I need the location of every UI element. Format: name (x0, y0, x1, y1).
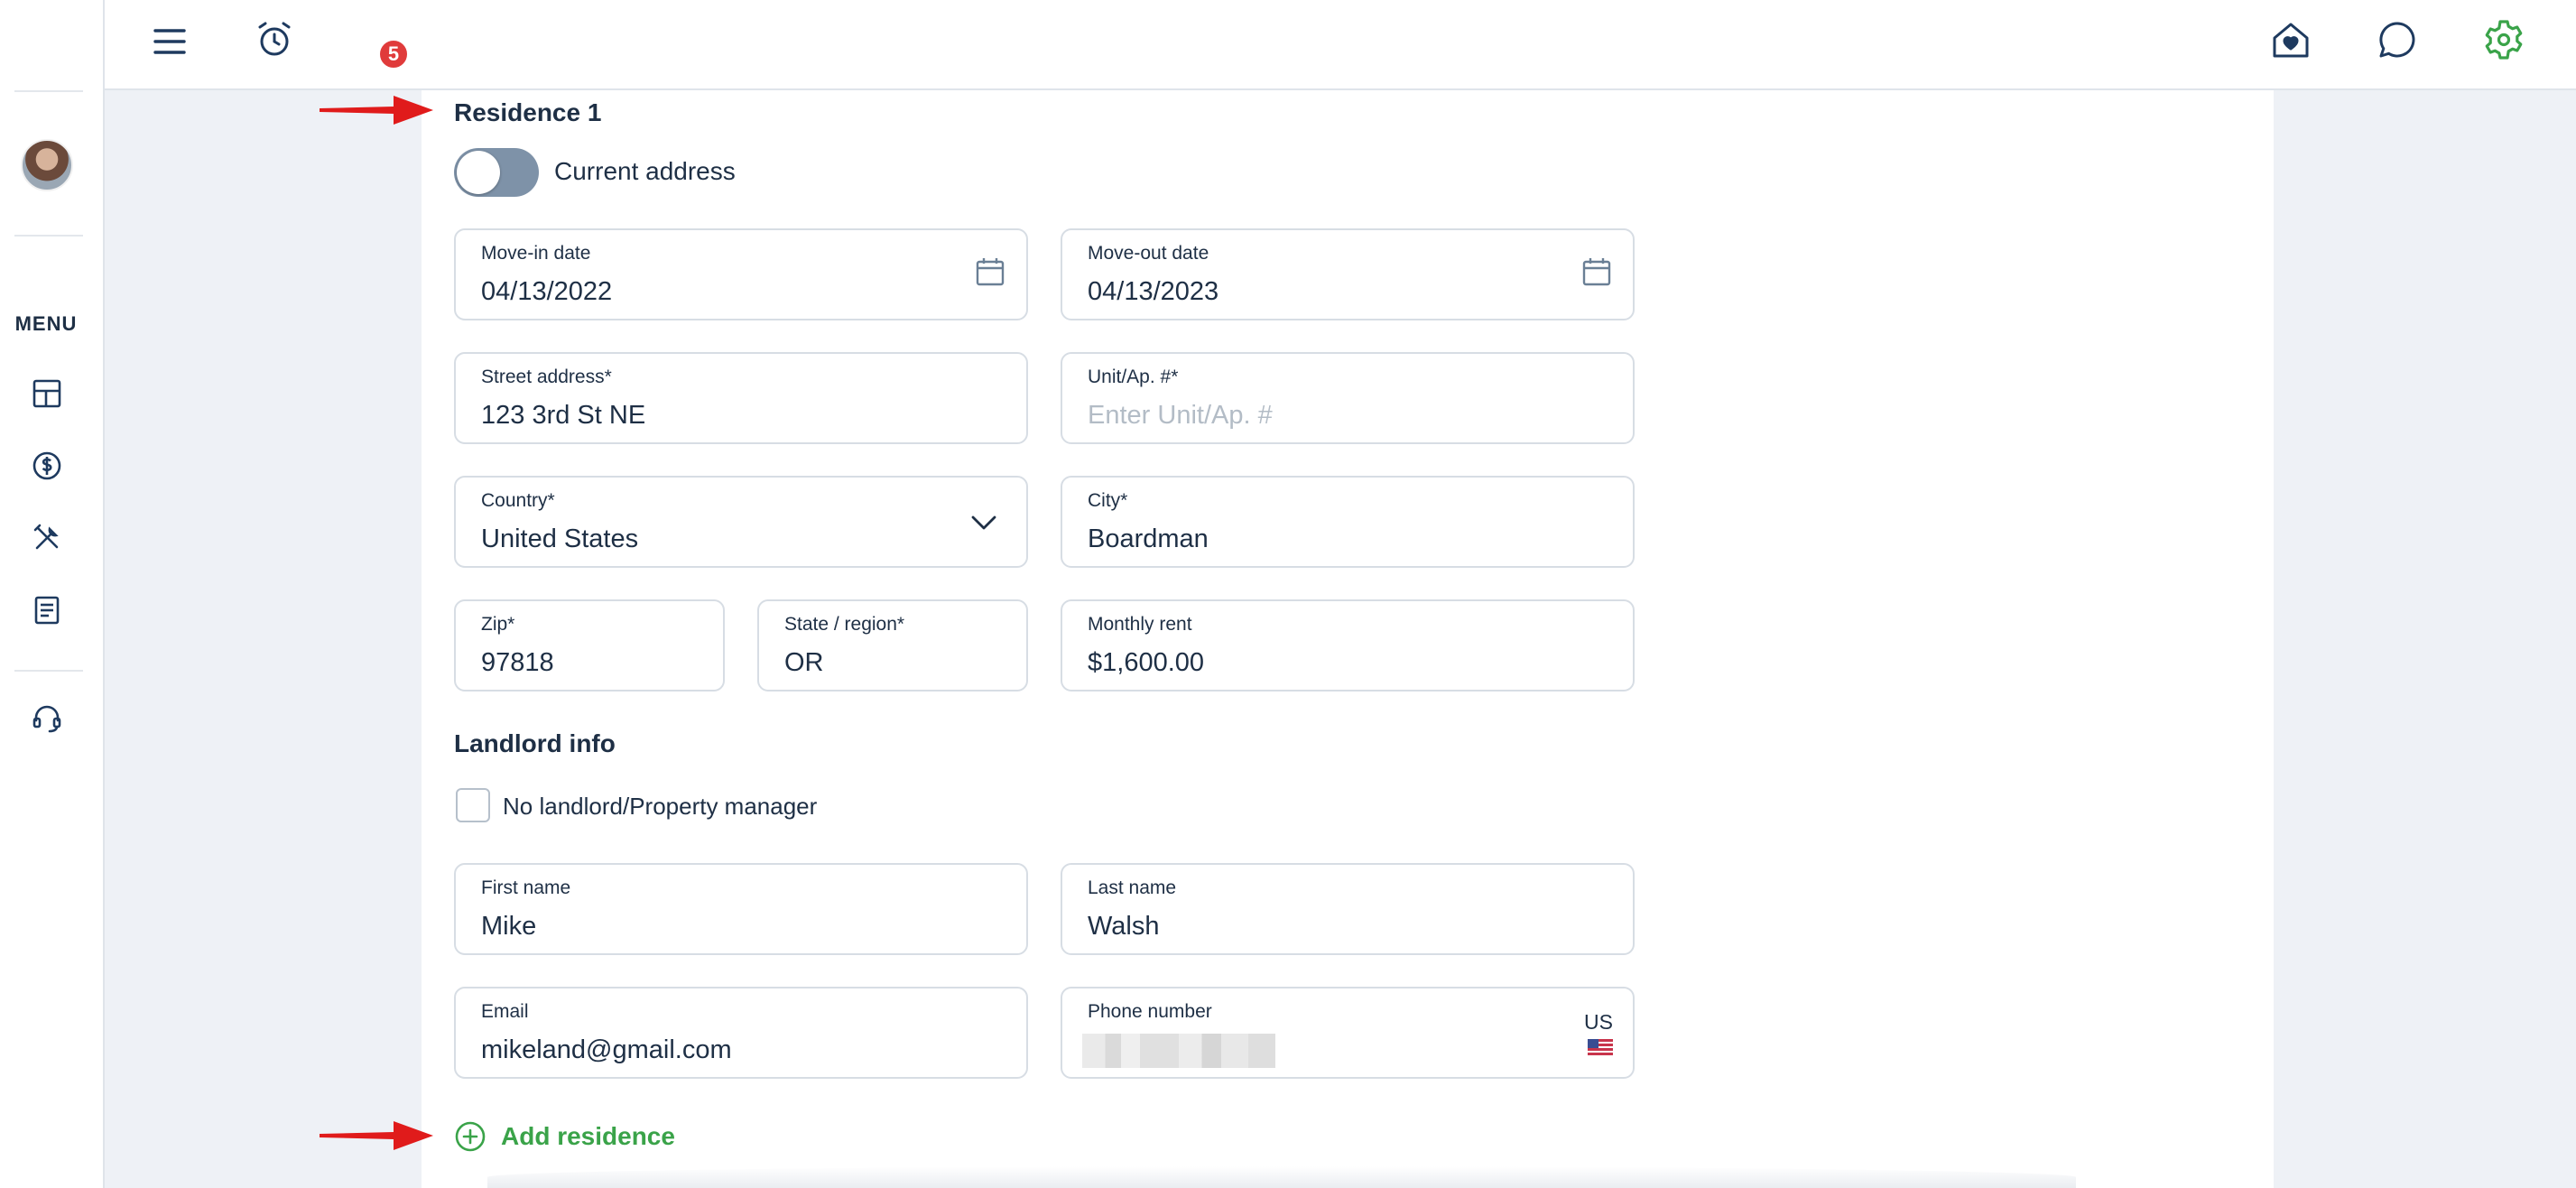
move-out-date-field[interactable]: Move-out date 04/13/2023 (1061, 228, 1635, 320)
documents-icon[interactable] (31, 594, 63, 626)
email-label: Email (481, 1001, 529, 1022)
first-name-label: First name (481, 877, 571, 898)
phone-label: Phone number (1088, 1001, 1212, 1022)
zip-value: 97818 (481, 648, 554, 677)
country-code[interactable]: US (1584, 1010, 1613, 1035)
state-field[interactable]: State / region* OR (757, 599, 1028, 691)
monthly-rent-field[interactable]: Monthly rent $1,600.00 (1061, 599, 1635, 691)
last-name-field[interactable]: Last name Walsh (1061, 863, 1635, 955)
annotation-arrow (318, 90, 435, 130)
phone-field[interactable]: Phone number US (1061, 987, 1635, 1079)
annotation-arrow (318, 1116, 435, 1156)
residence-title: Residence 1 (454, 98, 602, 126)
menu-icon[interactable] (148, 20, 191, 63)
calendar-icon[interactable] (1580, 255, 1613, 288)
home-heart-icon[interactable] (2269, 18, 2312, 61)
move-out-label: Move-out date (1088, 243, 1209, 264)
avatar[interactable] (21, 139, 73, 191)
last-name-value: Walsh (1088, 912, 1160, 941)
calendar-icon[interactable] (974, 255, 1006, 288)
first-name-field[interactable]: First name Mike (454, 863, 1028, 955)
country-select[interactable]: Country* United States (454, 476, 1028, 568)
notification-badge: 5 (377, 38, 410, 70)
maintenance-icon[interactable] (31, 522, 63, 554)
street-address-field[interactable]: Street address* 123 3rd St NE (454, 352, 1028, 444)
sidebar-divider (14, 670, 83, 672)
landlord-title: Landlord info (454, 729, 616, 757)
current-address-toggle[interactable] (454, 148, 539, 197)
no-landlord-label: No landlord/Property manager (503, 793, 818, 820)
last-name-label: Last name (1088, 877, 1177, 898)
add-residence-button[interactable]: Add residence (454, 1120, 675, 1153)
first-name-value: Mike (481, 912, 537, 941)
bottom-shadow (487, 1166, 2076, 1188)
zip-field[interactable]: Zip* 97818 (454, 599, 725, 691)
unit-placeholder: Enter Unit/Ap. # (1088, 401, 1273, 430)
sidebar: MENU (0, 0, 105, 1188)
street-label: Street address* (481, 367, 612, 387)
top-header: 5 (105, 0, 2576, 90)
email-field[interactable]: Email mikeland@gmail.com (454, 987, 1028, 1079)
zip-label: Zip* (481, 614, 515, 635)
unit-label: Unit/Ap. #* (1088, 367, 1179, 387)
payments-icon[interactable] (31, 450, 63, 482)
city-field[interactable]: City* Boardman (1061, 476, 1635, 568)
city-value: Boardman (1088, 524, 1209, 553)
move-out-value: 04/13/2023 (1088, 277, 1219, 306)
move-in-date-field[interactable]: Move-in date 04/13/2022 (454, 228, 1028, 320)
city-label: City* (1088, 490, 1128, 511)
us-flag-icon[interactable] (1588, 1039, 1613, 1056)
state-value: OR (784, 648, 824, 677)
add-residence-label: Add residence (501, 1122, 675, 1150)
support-icon[interactable] (31, 702, 63, 735)
chat-icon[interactable] (2376, 18, 2419, 61)
dashboard-icon[interactable] (31, 377, 63, 410)
sidebar-divider (14, 235, 83, 237)
email-value: mikeland@gmail.com (481, 1035, 732, 1064)
sidebar-divider (14, 90, 83, 92)
move-in-label: Move-in date (481, 243, 591, 264)
add-circle-icon (455, 1121, 486, 1152)
rent-value: $1,600.00 (1088, 648, 1205, 677)
street-value: 123 3rd St NE (481, 401, 646, 430)
unit-field[interactable]: Unit/Ap. #* Enter Unit/Ap. # (1061, 352, 1635, 444)
phone-value-redacted (1082, 1034, 1275, 1068)
current-address-label: Current address (554, 157, 736, 185)
country-value: United States (481, 524, 639, 553)
rent-label: Monthly rent (1088, 614, 1192, 635)
chevron-down-icon[interactable] (970, 514, 997, 532)
toggle-knob (457, 151, 500, 194)
no-landlord-checkbox[interactable] (456, 788, 490, 822)
settings-icon[interactable] (2482, 18, 2525, 61)
move-in-value: 04/13/2022 (481, 277, 613, 306)
alarm-clock-icon[interactable] (253, 18, 296, 61)
menu-label: MENU (14, 312, 78, 335)
country-label: Country* (481, 490, 555, 511)
state-label: State / region* (784, 614, 905, 635)
